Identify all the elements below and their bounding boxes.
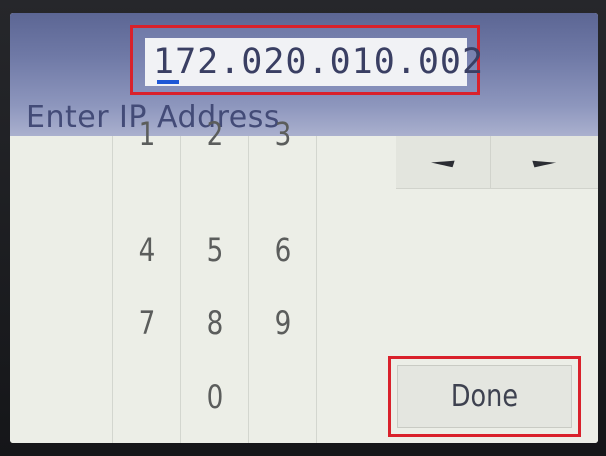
key-4[interactable]: 4 [119, 222, 175, 278]
key-0-label: 0 [206, 378, 224, 416]
key-8[interactable]: 8 [187, 295, 243, 351]
device-bezel: 172.020.010.002 Enter IP Address 1 2 3 ◄… [0, 0, 606, 456]
done-highlight-box: Done [388, 356, 581, 437]
key-8-label: 8 [206, 304, 224, 342]
done-button-label: Done [450, 379, 519, 414]
right-arrow-icon: ► [530, 153, 559, 171]
lcd-screen: 172.020.010.002 Enter IP Address 1 2 3 ◄… [10, 13, 598, 443]
key-1-label: 1 [138, 115, 156, 153]
key-5-label: 5 [206, 231, 224, 269]
key-5[interactable]: 5 [187, 222, 243, 278]
left-arrow-icon: ◄ [429, 153, 457, 171]
done-button[interactable]: Done [397, 365, 572, 428]
key-1[interactable]: 1 [119, 106, 175, 162]
key-0[interactable]: 0 [187, 369, 243, 425]
key-6[interactable]: 6 [255, 222, 311, 278]
cursor-right-button[interactable]: ► [491, 136, 598, 189]
key-2-label: 2 [206, 115, 224, 153]
key-2[interactable]: 2 [187, 106, 243, 162]
text-cursor [157, 80, 179, 84]
key-3-label: 3 [274, 115, 292, 153]
key-3[interactable]: 3 [255, 106, 311, 162]
keypad-divider [316, 136, 317, 443]
key-4-label: 4 [138, 231, 156, 269]
key-6-label: 6 [274, 231, 292, 269]
ip-address-input[interactable]: 172.020.010.002 [145, 38, 483, 86]
keypad-divider [180, 136, 181, 443]
keypad-divider [248, 136, 249, 443]
keypad-divider [112, 136, 113, 443]
key-9[interactable]: 9 [255, 295, 311, 351]
ip-highlight-box: 172.020.010.002 [130, 25, 483, 95]
key-7[interactable]: 7 [119, 295, 175, 351]
numeric-keypad: 1 2 3 ◄ ► 4 5 6 7 8 9 0 Done [10, 115, 598, 443]
cursor-left-button[interactable]: ◄ [396, 136, 491, 189]
ip-address-value: 172.020.010.002 [153, 42, 485, 82]
key-7-label: 7 [138, 304, 156, 342]
key-9-label: 9 [274, 304, 292, 342]
